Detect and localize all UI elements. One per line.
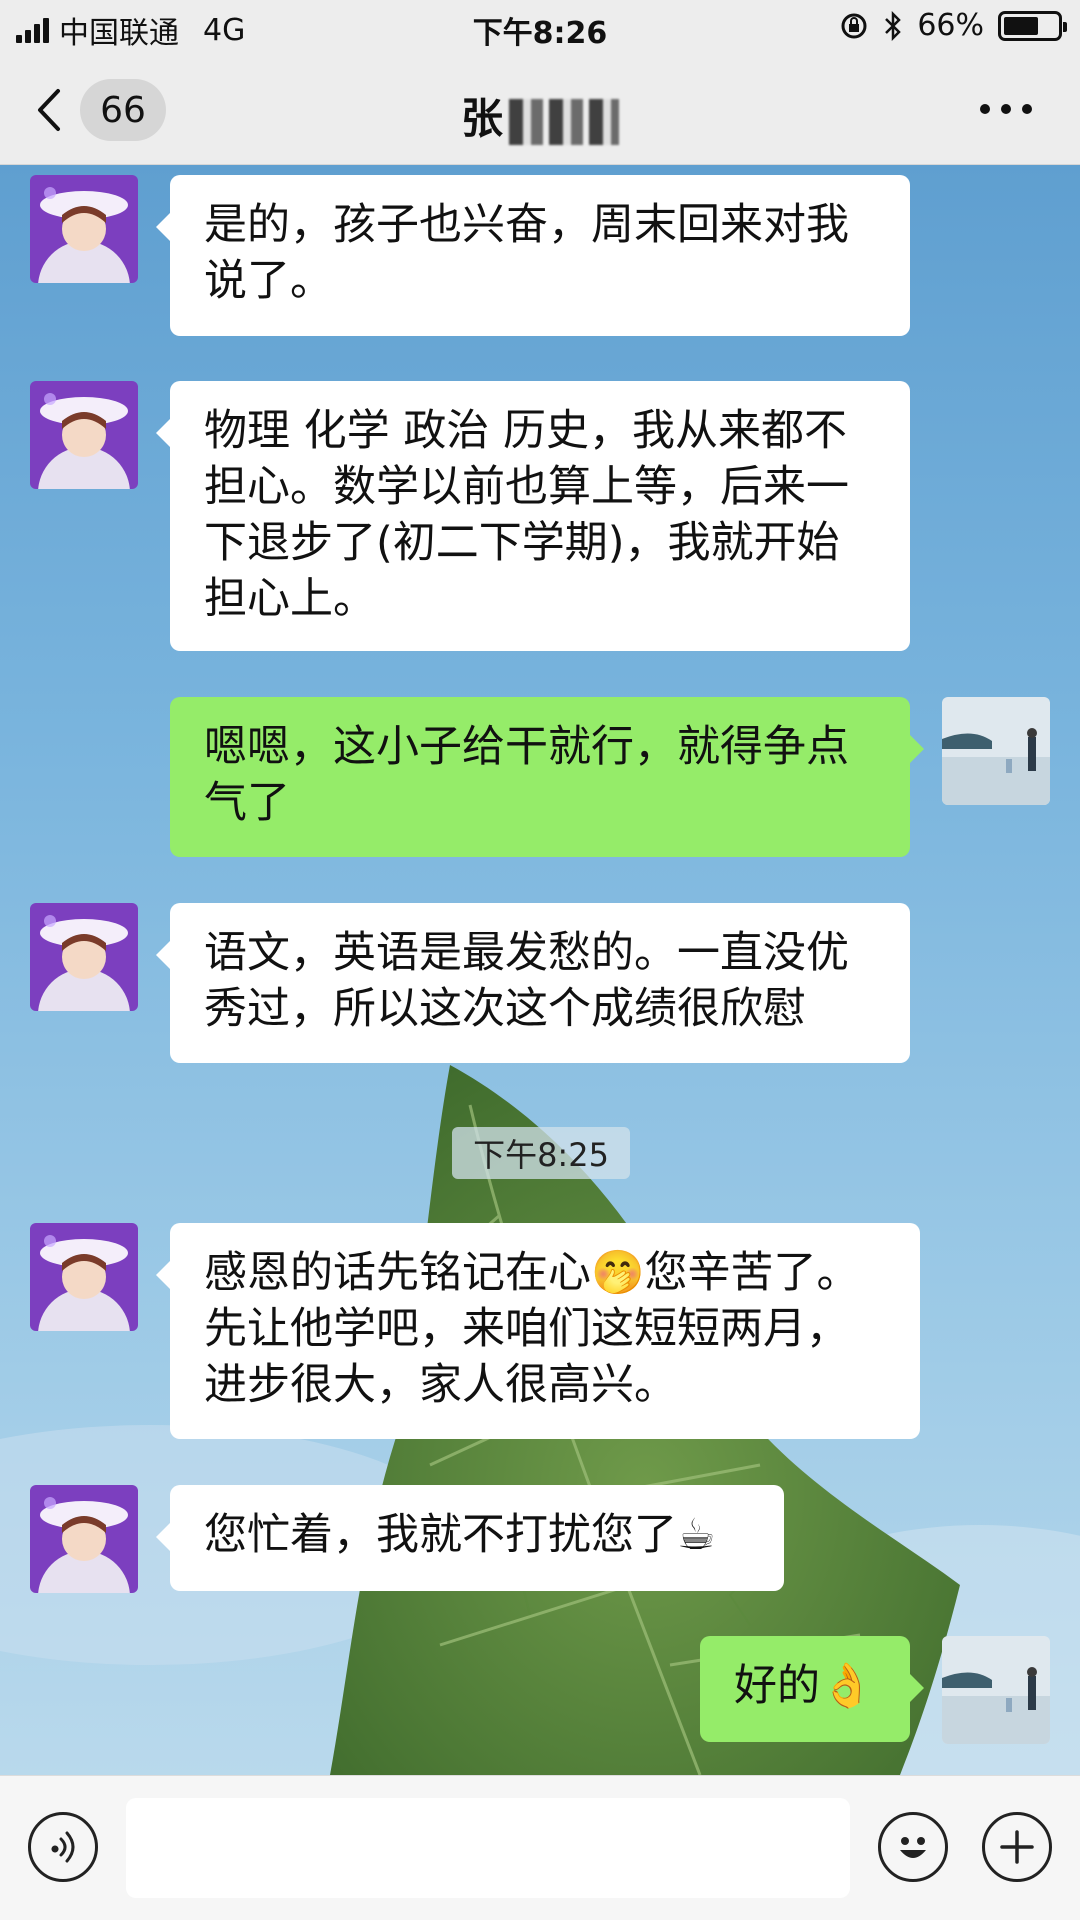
battery-percent: 66% [917, 8, 984, 43]
emoji-icon [900, 1837, 926, 1858]
contact-name: 张 [460, 94, 503, 143]
more-options-button[interactable] [980, 89, 1032, 129]
emoji-button[interactable] [878, 1812, 948, 1882]
incoming-message[interactable]: 语文，英语是最发愁的。一直没优秀过，所以这次这个成绩很欣慰 [156, 903, 910, 1063]
outgoing-message[interactable]: 好的👌 [700, 1636, 924, 1742]
more-dot [1022, 104, 1032, 114]
add-button[interactable] [982, 1812, 1052, 1882]
battery-icon [998, 10, 1067, 41]
contact-title[interactable]: 张 [0, 85, 1080, 146]
contact-avatar-image [30, 1485, 138, 1593]
bluetooth-icon [885, 10, 902, 41]
my-avatar[interactable] [942, 697, 1050, 805]
contact-avatar[interactable] [30, 1223, 138, 1331]
contact-avatar[interactable] [30, 903, 138, 1011]
my-avatar-image [942, 697, 1050, 805]
my-avatar[interactable] [942, 1636, 1050, 1744]
time-divider: 下午8:25 [452, 1127, 630, 1179]
message-input[interactable] [126, 1798, 850, 1898]
input-bar [0, 1775, 1080, 1920]
incoming-message[interactable]: 物理 化学 政治 历史，我从来都不担心。数学以前也算上等，后来一下退步了(初二下… [156, 381, 910, 651]
battery-fill [1004, 16, 1039, 35]
voice-button[interactable] [28, 1812, 98, 1882]
name-mosaic [509, 98, 619, 145]
contact-avatar[interactable] [30, 1485, 138, 1593]
contact-avatar[interactable] [30, 175, 138, 283]
status-bar: 中国联通 4G 下午8:26 66% [0, 0, 1080, 55]
rotation-lock-icon [841, 13, 867, 38]
contact-avatar-image [30, 175, 138, 283]
chat-header: 66 张 [0, 55, 1080, 165]
contact-avatar-image [30, 1223, 138, 1331]
contact-avatar-image [30, 903, 138, 1011]
voice-icon [51, 1831, 75, 1863]
my-avatar-image [942, 1636, 1050, 1744]
outgoing-message[interactable]: 嗯嗯，这小子给干就行，就得争点气了 [170, 697, 924, 857]
contact-avatar-image [30, 381, 138, 489]
incoming-message[interactable]: 您忙着，我就不打扰您了☕ [156, 1485, 784, 1591]
plus-icon [1000, 1830, 1034, 1864]
more-dots-icon [980, 104, 990, 114]
more-dot [1001, 104, 1011, 114]
incoming-message[interactable]: 感恩的话先铭记在心🤭您辛苦了。先让他学吧，来咱们这短短两月，进步很大，家人很高兴… [156, 1223, 920, 1439]
contact-avatar[interactable] [30, 381, 138, 489]
incoming-message[interactable]: 是的，孩子也兴奋，周末回来对我说了。 [156, 175, 910, 336]
status-right: 66% [839, 8, 1067, 43]
